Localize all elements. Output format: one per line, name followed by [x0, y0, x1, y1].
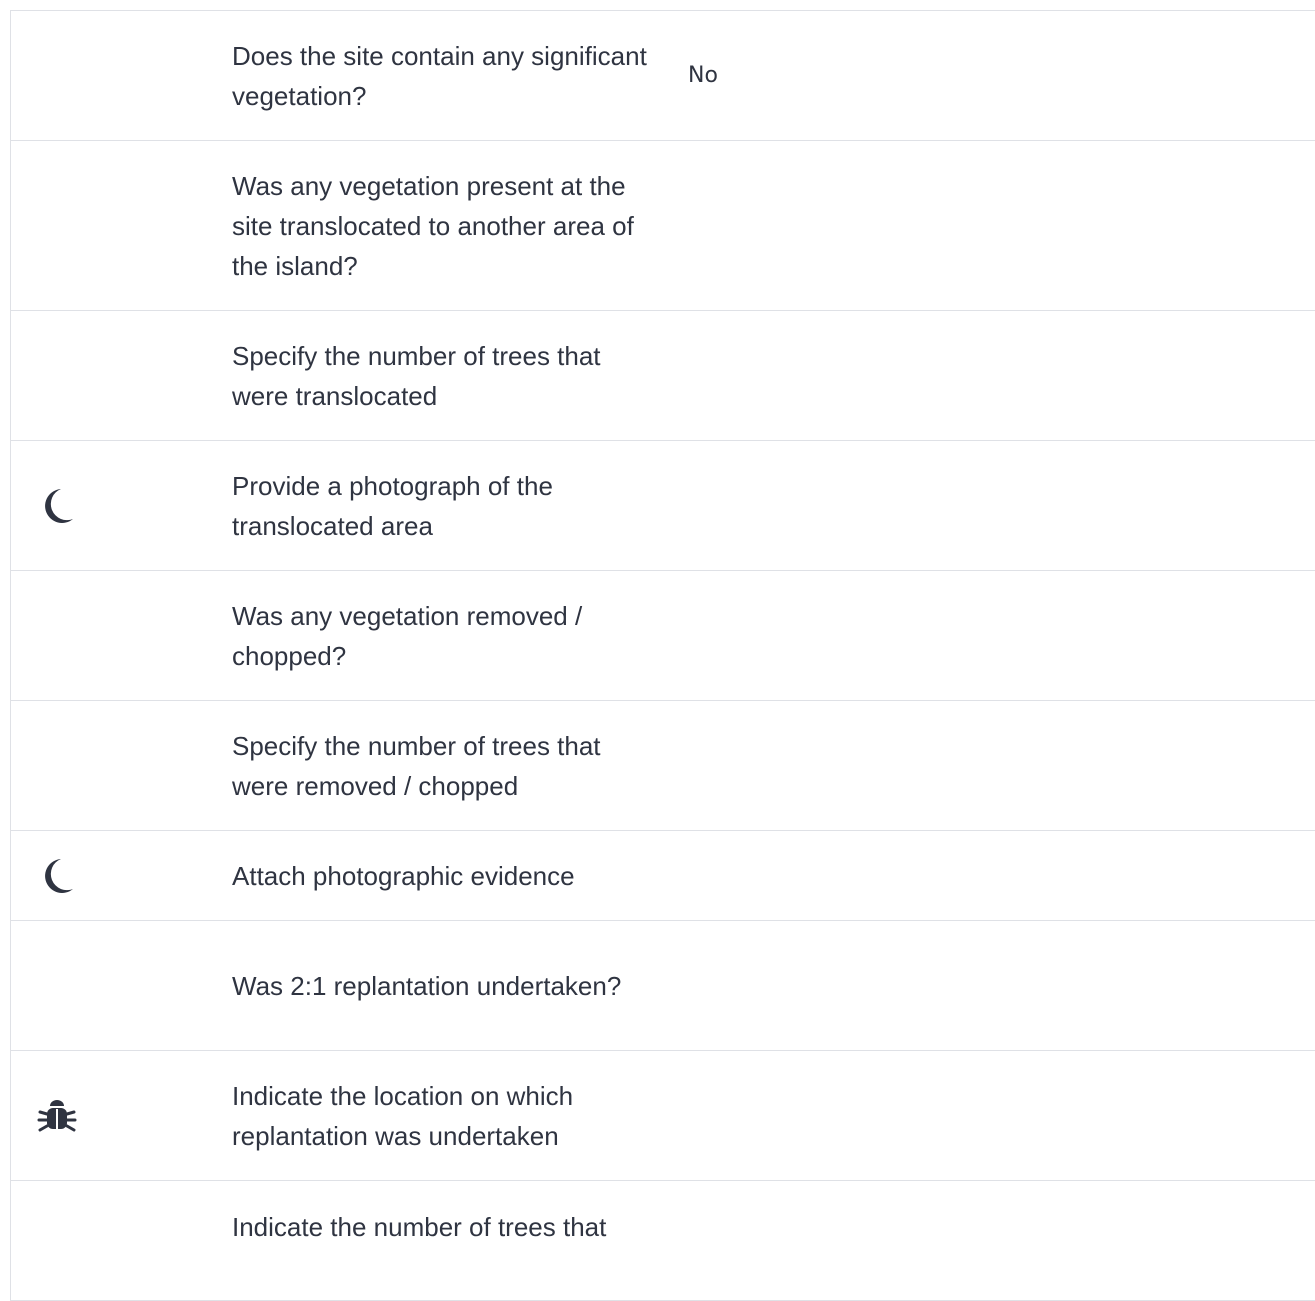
moon-icon[interactable]: [37, 856, 77, 896]
icon-cell: [11, 11, 232, 140]
table-row: Was any vegetation present at the site t…: [11, 141, 1315, 311]
table-row: Indicate the location on which replantat…: [11, 1051, 1315, 1181]
table-row: Was 2:1 replantation undertaken?: [11, 921, 1315, 1051]
question-label: Provide a photograph of the translocated…: [232, 470, 553, 541]
icon-cell: [11, 441, 232, 570]
question-label: Specify the number of trees that were tr…: [232, 340, 601, 411]
icon-cell: [11, 571, 232, 700]
table-row: Provide a photograph of the translocated…: [11, 441, 1315, 571]
table-row: Was any vegetation removed / chopped?: [11, 571, 1315, 701]
question-label: Attach photographic evidence: [232, 860, 575, 891]
icon-cell: [11, 921, 232, 1050]
table-row: Attach photographic evidence: [11, 831, 1315, 921]
table-row: Indicate the number of trees that: [11, 1181, 1315, 1301]
table-row: Specify the number of trees that were re…: [11, 701, 1315, 831]
icon-cell: [11, 701, 232, 830]
form-review-table: Does the site contain any significant ve…: [10, 10, 1315, 1301]
icon-cell: [11, 831, 232, 920]
question-label: Was any vegetation removed / chopped?: [232, 600, 583, 671]
icon-cell: [11, 141, 232, 310]
question-label: Indicate the number of trees that: [232, 1212, 607, 1242]
answer-value: No: [688, 63, 718, 88]
question-label: Specify the number of trees that were re…: [232, 730, 601, 801]
question-label: Indicate the location on which replantat…: [232, 1080, 574, 1151]
icon-cell: [11, 1207, 232, 1300]
question-label: Does the site contain any significant ve…: [232, 40, 647, 111]
icon-cell: [11, 311, 232, 440]
question-label: Was any vegetation present at the site t…: [232, 170, 634, 281]
moon-icon[interactable]: [37, 486, 77, 526]
table-row: Does the site contain any significant ve…: [11, 11, 1315, 141]
table-row: Specify the number of trees that were tr…: [11, 311, 1315, 441]
question-label: Was 2:1 replantation undertaken?: [232, 970, 622, 1001]
bug-icon[interactable]: [37, 1096, 77, 1136]
icon-cell: [11, 1051, 232, 1180]
